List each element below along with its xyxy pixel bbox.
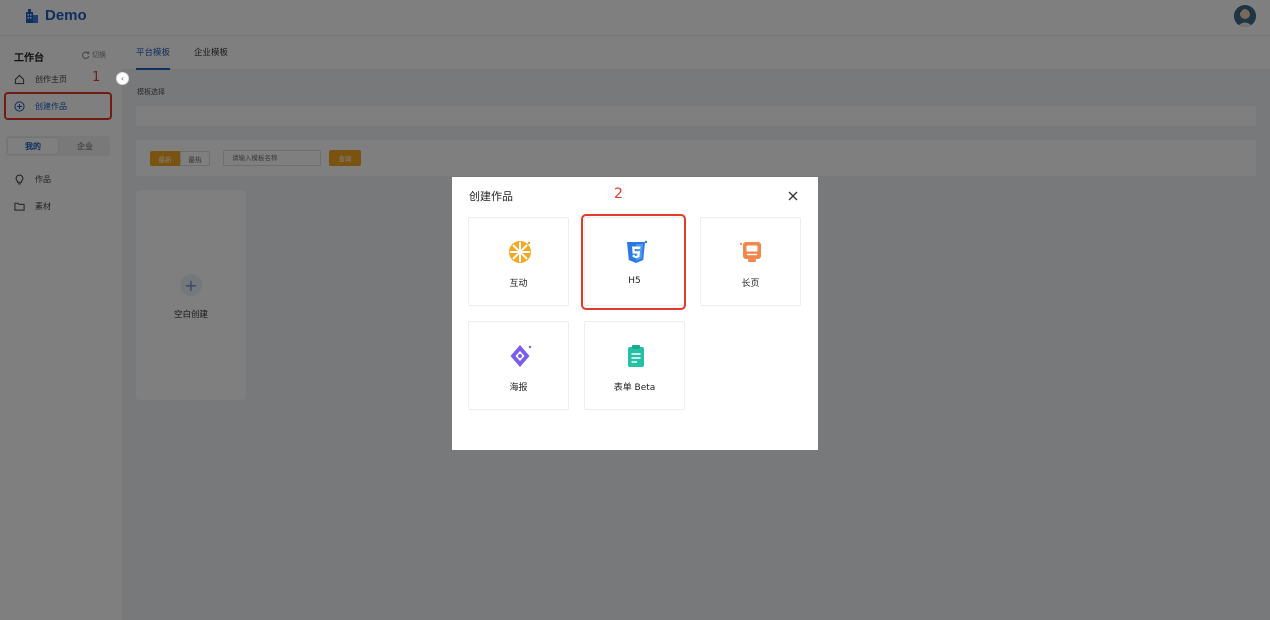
collapse-sidebar-button[interactable]: ‹ — [116, 72, 129, 85]
option-label: 长页 — [741, 279, 760, 289]
html5-icon — [627, 240, 648, 263]
option-label: 表单 Beta — [613, 383, 656, 393]
option-form[interactable]: 表单 Beta — [584, 321, 685, 410]
long-page-icon — [739, 242, 761, 262]
form-icon — [628, 345, 644, 367]
option-label: 互动 — [509, 279, 528, 289]
chevron-left-icon: ‹ — [120, 74, 125, 83]
option-label: 海报 — [509, 383, 528, 393]
option-poster[interactable]: 海报 — [468, 321, 569, 410]
option-label: H5 — [628, 276, 641, 286]
option-h5[interactable]: H5 — [584, 217, 685, 306]
create-work-modal: 创建作品 2 互动 H5 长页 海报 表单 Beta — [452, 177, 818, 450]
step-marker-2: 2 — [614, 186, 623, 202]
modal-title: 创建作品 — [469, 190, 513, 203]
close-button[interactable] — [786, 188, 800, 202]
option-interactive[interactable]: 互动 — [468, 217, 569, 306]
interactive-icon — [509, 241, 531, 263]
close-icon — [788, 191, 798, 201]
poster-icon — [510, 345, 532, 367]
option-long-page[interactable]: 长页 — [700, 217, 801, 306]
